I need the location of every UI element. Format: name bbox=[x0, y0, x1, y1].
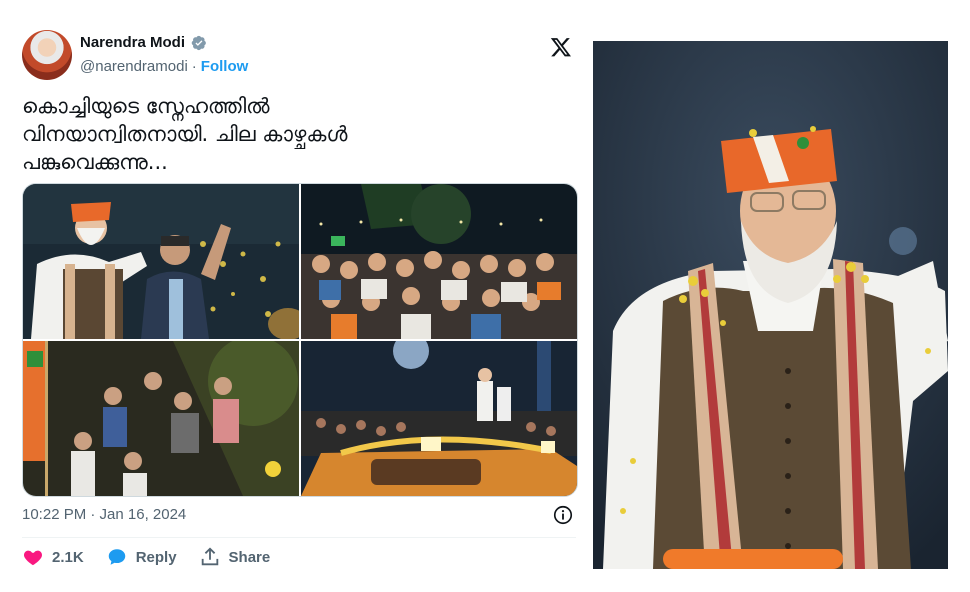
like-button[interactable]: 2.1K bbox=[22, 546, 84, 568]
share-upload-icon bbox=[201, 547, 218, 566]
author-handle[interactable]: @narendramodi bbox=[80, 58, 188, 75]
like-count: 2.1K bbox=[52, 548, 84, 566]
featured-photo bbox=[593, 41, 948, 569]
photo-3-image bbox=[23, 341, 299, 496]
separator-dot: · bbox=[191, 58, 197, 75]
heart-icon bbox=[24, 550, 42, 566]
action-bar: 2.1K Reply Share bbox=[22, 546, 270, 568]
photo-4-image bbox=[301, 341, 577, 496]
media-grid bbox=[22, 183, 578, 497]
author-name[interactable]: Narendra Modi bbox=[80, 34, 185, 51]
verified-badge-icon bbox=[191, 35, 206, 50]
tweet-photo-2[interactable] bbox=[301, 184, 577, 339]
speech-bubble-icon bbox=[108, 549, 125, 565]
divider bbox=[22, 537, 576, 538]
tweet-timestamp[interactable]: 10:22 PM · Jan 16, 2024 bbox=[22, 506, 186, 523]
featured-photo-image bbox=[593, 41, 948, 569]
handle-row: @narendramodi · Follow bbox=[80, 58, 248, 75]
x-logo-icon[interactable] bbox=[550, 36, 572, 58]
share-button[interactable]: Share bbox=[199, 546, 271, 568]
photo-1-image bbox=[23, 184, 299, 339]
author-row: Narendra Modi bbox=[80, 34, 207, 51]
tweet-photo-4[interactable] bbox=[301, 341, 577, 496]
avatar[interactable] bbox=[22, 30, 72, 80]
tweet-photo-1[interactable] bbox=[23, 184, 299, 339]
info-icon[interactable] bbox=[552, 504, 574, 526]
share-label: Share bbox=[228, 548, 271, 566]
tweet-card: Narendra Modi @narendramodi · Follow കൊച… bbox=[0, 0, 590, 592]
tweet-text: കൊച്ചിയുടെ സ്നേഹത്തിൽ വിനയാന്വിതനായി. ചി… bbox=[22, 94, 348, 174]
follow-button[interactable]: Follow bbox=[201, 58, 249, 75]
reply-button[interactable]: Reply bbox=[106, 546, 177, 568]
reply-label: Reply bbox=[135, 548, 177, 566]
photo-2-image bbox=[301, 184, 577, 339]
tweet-photo-3[interactable] bbox=[23, 341, 299, 496]
